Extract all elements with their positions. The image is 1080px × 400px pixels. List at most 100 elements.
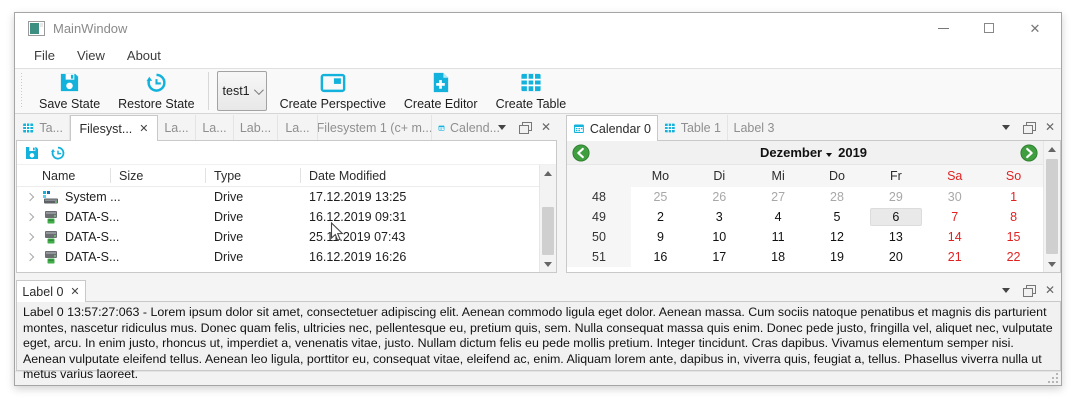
table-row[interactable]: DATA-S... Drive 25.11.2019 07:43: [17, 227, 539, 247]
expand-chevron-icon[interactable]: [26, 213, 34, 221]
scrollbar-thumb[interactable]: [1046, 159, 1058, 254]
tab-label-1[interactable]: La...: [158, 115, 196, 140]
column-header-date[interactable]: Date Modified: [300, 169, 539, 183]
tab-close-icon[interactable]: ✕: [70, 285, 79, 298]
previous-month-button[interactable]: [572, 144, 590, 162]
calendar-day[interactable]: 2: [631, 207, 690, 227]
filesystem-dock-panel: Ta... Filesyst... ✕ La... La... Lab... L…: [16, 114, 557, 273]
calendar-day[interactable]: 28: [808, 187, 867, 207]
undock-button[interactable]: [1021, 120, 1035, 134]
close-panel-button[interactable]: ✕: [539, 120, 553, 134]
tab-list-dropdown-button[interactable]: [495, 120, 509, 134]
calendar-day[interactable]: 9: [631, 227, 690, 247]
month-button[interactable]: Dezember: [760, 145, 822, 160]
menu-about[interactable]: About: [116, 45, 172, 66]
undock-button[interactable]: [517, 120, 531, 134]
scroll-down-icon[interactable]: [1044, 256, 1060, 272]
table-row[interactable]: DATA-S... Drive 16.12.2019 09:31: [17, 207, 539, 227]
close-button[interactable]: ✕: [1027, 20, 1043, 36]
tab-filesystem-1[interactable]: Filesystem 1 (c+ m...: [318, 115, 432, 140]
calendar-day[interactable]: 14: [925, 227, 984, 247]
scrollbar-thumb[interactable]: [542, 207, 554, 255]
left-panel-scrollbar[interactable]: [539, 165, 556, 272]
calendar-day[interactable]: 18: [749, 247, 808, 267]
create-table-button[interactable]: Create Table: [487, 69, 576, 113]
calendar-day[interactable]: 30: [925, 187, 984, 207]
calendar-day[interactable]: 19: [808, 247, 867, 267]
close-panel-button[interactable]: ✕: [1043, 283, 1057, 297]
tab-table-1[interactable]: Table 1: [658, 115, 728, 140]
calendar-day[interactable]: 27: [749, 187, 808, 207]
mouse-cursor: [330, 222, 344, 242]
calendar-day[interactable]: 17: [690, 247, 749, 267]
week-number: 48: [567, 187, 631, 207]
left-tab-bar: Ta... Filesyst... ✕ La... La... Lab... L…: [16, 114, 557, 140]
scroll-up-icon[interactable]: [1044, 141, 1060, 157]
calendar-day[interactable]: 5: [808, 207, 867, 227]
calendar-day[interactable]: 10: [690, 227, 749, 247]
calendar-day[interactable]: 11: [749, 227, 808, 247]
perspective-icon: [320, 71, 346, 94]
maximize-button[interactable]: [981, 20, 997, 36]
calendar-day[interactable]: 20: [866, 247, 925, 267]
calendar-day[interactable]: 7: [925, 207, 984, 227]
tab-label-3[interactable]: Lab...: [234, 115, 278, 140]
expand-chevron-icon[interactable]: [26, 233, 34, 241]
system-drive-icon: [43, 190, 59, 205]
calendar-day[interactable]: 3: [690, 207, 749, 227]
restore-state-button[interactable]: Restore State: [109, 69, 203, 113]
float-icon: [1023, 285, 1034, 295]
table-row[interactable]: DATA-S... Drive 16.12.2019 16:26: [17, 247, 539, 267]
create-perspective-button[interactable]: Create Perspective: [271, 69, 395, 113]
undock-button[interactable]: [1021, 283, 1035, 297]
calendar-day-selected[interactable]: 6: [866, 207, 925, 227]
toolbar-drag-handle[interactable]: [19, 73, 24, 109]
scroll-down-icon[interactable]: [540, 256, 556, 272]
tab-list-dropdown-button[interactable]: [999, 120, 1013, 134]
calendar-day[interactable]: 15: [984, 227, 1043, 247]
calendar-day[interactable]: 21: [925, 247, 984, 267]
next-month-button[interactable]: [1020, 144, 1038, 162]
calendar-day[interactable]: 22: [984, 247, 1043, 267]
calendar-day[interactable]: 4: [749, 207, 808, 227]
tab-label-0[interactable]: Label 0 ✕: [16, 280, 86, 302]
create-editor-button[interactable]: Create Editor: [395, 69, 487, 113]
calendar-day[interactable]: 1: [984, 187, 1043, 207]
save-icon[interactable]: [24, 145, 40, 161]
scroll-up-icon[interactable]: [540, 165, 556, 181]
expand-chevron-icon[interactable]: [26, 193, 34, 201]
calendar-day[interactable]: 12: [808, 227, 867, 247]
column-header-type[interactable]: Type: [205, 169, 300, 183]
tab-label-2[interactable]: La...: [196, 115, 234, 140]
calendar-day[interactable]: 13: [866, 227, 925, 247]
minimize-button[interactable]: [935, 20, 951, 36]
calendar-day[interactable]: 8: [984, 207, 1043, 227]
calendar-day[interactable]: 26: [690, 187, 749, 207]
tab-table[interactable]: Ta...: [16, 115, 70, 140]
vertical-splitter[interactable]: [557, 114, 566, 273]
tab-label-4[interactable]: La...: [278, 115, 318, 140]
calendar-day[interactable]: 29: [866, 187, 925, 207]
menu-file[interactable]: File: [23, 45, 66, 66]
calendar-icon: [573, 122, 585, 135]
tab-calendar-0[interactable]: Calendar 0: [566, 115, 658, 141]
tab-close-icon[interactable]: ✕: [139, 122, 148, 135]
year-button[interactable]: 2019: [838, 145, 867, 160]
menu-view[interactable]: View: [66, 45, 116, 66]
table-header-row[interactable]: Name Size Type Date Modified: [17, 165, 539, 187]
expand-chevron-icon[interactable]: [26, 253, 34, 261]
close-panel-button[interactable]: ✕: [1043, 120, 1057, 134]
tab-filesystem-active[interactable]: Filesyst... ✕: [70, 115, 158, 141]
tab-list-dropdown-button[interactable]: [999, 283, 1013, 297]
column-header-name[interactable]: Name: [17, 169, 110, 183]
calendar-day[interactable]: 25: [631, 187, 690, 207]
calendar-day[interactable]: 16: [631, 247, 690, 267]
restore-icon[interactable]: [50, 145, 66, 161]
column-header-size[interactable]: Size: [110, 169, 205, 183]
calendar-scrollbar[interactable]: [1043, 141, 1060, 272]
save-state-button[interactable]: Save State: [30, 69, 109, 113]
perspective-combo[interactable]: test1: [217, 71, 267, 111]
title-bar[interactable]: MainWindow ✕: [15, 13, 1061, 43]
table-row[interactable]: System ... Drive 17.12.2019 13:25: [17, 187, 539, 207]
tab-label-3[interactable]: Label 3: [728, 115, 780, 140]
